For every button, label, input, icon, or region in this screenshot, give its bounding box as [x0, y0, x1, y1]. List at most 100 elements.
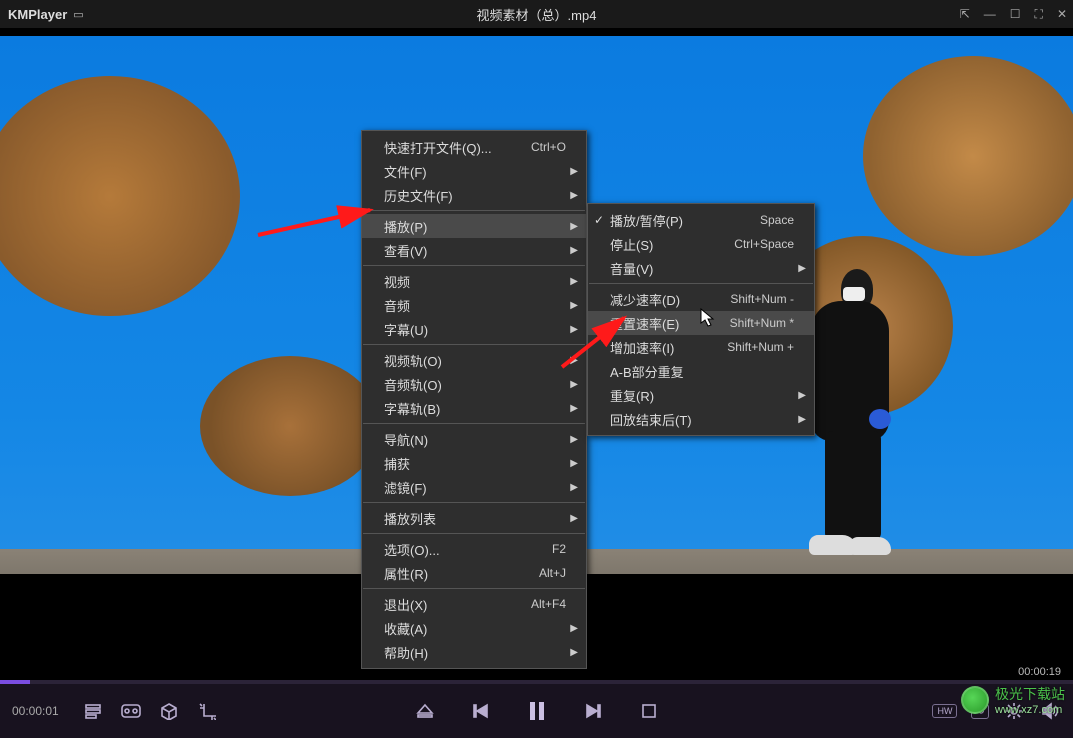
- menu-item[interactable]: 帮助(H) ▶: [362, 640, 586, 664]
- submenu-arrow-icon: ▶: [570, 647, 578, 658]
- duration-label: 00:00:19: [1018, 666, 1061, 678]
- menu-item[interactable]: 音频▶: [362, 293, 586, 317]
- menu-item[interactable]: 回放结束后(T)▶: [588, 407, 814, 431]
- app-name: KMPlayer: [8, 7, 67, 22]
- menu-item-label: 字幕(U): [384, 320, 566, 339]
- menu-item-label: 减少速率(D): [610, 290, 730, 309]
- menu-item-shortcut: Shift+Num -: [730, 292, 794, 306]
- menu-item[interactable]: 字幕轨(B) ▶: [362, 396, 586, 420]
- menu-item-shortcut: F2: [552, 542, 566, 556]
- menu-separator: [363, 502, 585, 503]
- menu-item[interactable]: ✓播放/暂停(P)Space: [588, 208, 814, 232]
- menu-separator: [363, 588, 585, 589]
- menu-item[interactable]: 属性(R)Alt+J: [362, 561, 586, 585]
- menu-item-shortcut: Shift+Num *: [730, 316, 794, 330]
- menu-item-label: 帮助(H): [384, 643, 566, 662]
- next-button[interactable]: [582, 700, 604, 722]
- check-icon: ✓: [594, 213, 604, 227]
- vr-icon[interactable]: [120, 700, 142, 722]
- menu-item-label: 音量(V): [610, 259, 794, 278]
- menu-item-label: 字幕轨(B): [384, 399, 566, 418]
- menu-item-label: 播放(P): [384, 217, 566, 236]
- menu-item-shortcut: Space: [760, 213, 794, 227]
- submenu-arrow-icon: ▶: [570, 276, 578, 287]
- submenu-arrow-icon: ▶: [570, 245, 578, 256]
- cube-icon[interactable]: [158, 700, 180, 722]
- submenu-arrow-icon: ▶: [798, 390, 806, 401]
- menu-item[interactable]: 播放列表▶: [362, 506, 586, 530]
- submenu-arrow-icon: ▶: [570, 434, 578, 445]
- person-figure: [803, 231, 898, 551]
- prev-button[interactable]: [470, 700, 492, 722]
- app-menu-icon[interactable]: ▭: [73, 8, 83, 21]
- menu-item-label: 导航(N): [384, 430, 566, 449]
- menu-item[interactable]: 滤镜(F)▶: [362, 475, 586, 499]
- menu-item-shortcut: Shift+Num +: [727, 340, 794, 354]
- context-menu-primary[interactable]: 快速打开文件(Q)...Ctrl+O文件(F)▶历史文件(F)▶播放(P)▶查看…: [361, 130, 587, 669]
- menu-item-label: 快速打开文件(Q)...: [384, 138, 531, 157]
- menu-separator: [363, 344, 585, 345]
- menu-item-label: 视频: [384, 272, 566, 291]
- menu-item[interactable]: 重复(R) ▶: [588, 383, 814, 407]
- stop-button[interactable]: [638, 700, 660, 722]
- menu-item-label: 属性(R): [384, 564, 539, 583]
- minimize-button[interactable]: —: [984, 7, 996, 22]
- menu-item[interactable]: 查看(V) ▶: [362, 238, 586, 262]
- watermark-title: 极光下载站: [995, 686, 1065, 702]
- menu-item-shortcut: Alt+J: [539, 566, 566, 580]
- titlebar: KMPlayer ▭ 视频素材（总）.mp4 ⇱ — ☐ ⛶ ✕: [0, 0, 1073, 28]
- menu-item-label: 查看(V): [384, 241, 566, 260]
- menu-item[interactable]: 导航(N) ▶: [362, 427, 586, 451]
- current-time: 00:00:01: [12, 704, 72, 718]
- eject-button[interactable]: [414, 700, 436, 722]
- menu-item[interactable]: 字幕(U)▶: [362, 317, 586, 341]
- submenu-arrow-icon: ▶: [570, 221, 578, 232]
- control-bar: 00:00:01 HW ⟲: [0, 684, 1073, 738]
- menu-item[interactable]: 播放(P) ▶: [362, 214, 586, 238]
- center-controls: [414, 700, 660, 722]
- fullscreen-button[interactable]: ⛶: [1035, 7, 1043, 22]
- menu-item[interactable]: 快速打开文件(Q)...Ctrl+O: [362, 135, 586, 159]
- menu-item-label: 重复(R): [610, 386, 794, 405]
- menu-separator: [363, 265, 585, 266]
- submenu-arrow-icon: ▶: [570, 300, 578, 311]
- annotation-arrow-icon: [258, 190, 388, 243]
- window-controls: ⇱ — ☐ ⛶ ✕: [960, 7, 1067, 22]
- hw-badge[interactable]: HW: [932, 704, 957, 718]
- close-button[interactable]: ✕: [1057, 7, 1067, 22]
- menu-item[interactable]: 捕获▶: [362, 451, 586, 475]
- menu-item-label: 选项(O)...: [384, 540, 552, 559]
- maximize-button[interactable]: ☐: [1010, 7, 1021, 22]
- submenu-arrow-icon: ▶: [570, 166, 578, 177]
- menu-item-label: 音频轨(O): [384, 375, 566, 394]
- menu-item-label: 播放列表: [384, 509, 566, 528]
- mouse-cursor-icon: [700, 308, 716, 333]
- menu-item-label: 停止(S): [610, 235, 734, 254]
- submenu-arrow-icon: ▶: [570, 190, 578, 201]
- annotation-arrow-icon: [562, 312, 652, 375]
- submenu-arrow-icon: ▶: [570, 623, 578, 634]
- menu-item[interactable]: 文件(F)▶: [362, 159, 586, 183]
- pin-icon[interactable]: ⇱: [960, 7, 970, 22]
- submenu-arrow-icon: ▶: [570, 403, 578, 414]
- submenu-arrow-icon: ▶: [798, 414, 806, 425]
- menu-item[interactable]: 收藏(A)▶: [362, 616, 586, 640]
- menu-item-label: 历史文件(F): [384, 186, 566, 205]
- file-title: 视频素材（总）.mp4: [477, 5, 597, 24]
- tree-icon: [200, 356, 380, 496]
- pause-button[interactable]: [526, 700, 548, 722]
- menu-item[interactable]: 音频轨(O)▶: [362, 372, 586, 396]
- playlist-icon[interactable]: [82, 700, 104, 722]
- menu-item[interactable]: 停止(S)Ctrl+Space: [588, 232, 814, 256]
- menu-item[interactable]: 视频 ▶: [362, 269, 586, 293]
- menu-item[interactable]: 历史文件(F) ▶: [362, 183, 586, 207]
- submenu-arrow-icon: ▶: [570, 482, 578, 493]
- watermark-sub: www.xz7.com: [995, 704, 1065, 716]
- menu-item-shortcut: Ctrl+O: [531, 140, 566, 154]
- menu-item[interactable]: 视频轨(O)▶: [362, 348, 586, 372]
- menu-item[interactable]: 退出(X)Alt+F4: [362, 592, 586, 616]
- menu-item[interactable]: 选项(O)...F2: [362, 537, 586, 561]
- crop-icon[interactable]: [196, 700, 218, 722]
- menu-item-label: 捕获: [384, 454, 566, 473]
- menu-item[interactable]: 音量(V)▶: [588, 256, 814, 280]
